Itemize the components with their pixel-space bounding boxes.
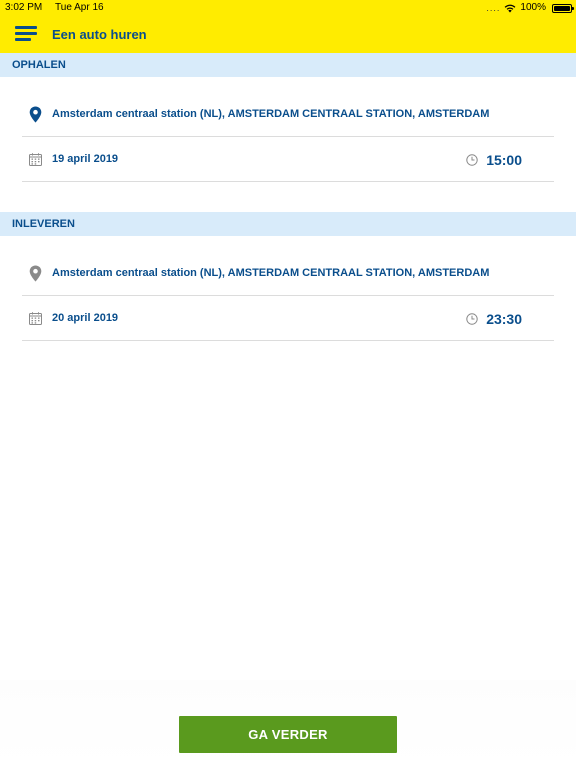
page-title: Een auto huren — [52, 27, 147, 42]
return-datetime-row[interactable]: 20 april 2019 23:30 — [22, 296, 554, 341]
status-date: Tue Apr 16 — [55, 2, 104, 13]
status-bar: 3:02 PM Tue Apr 16 .... 100% — [0, 0, 576, 16]
return-location-row[interactable]: Amsterdam centraal station (NL), AMSTERD… — [22, 251, 554, 296]
pickup-time-group[interactable]: 15:00 — [466, 137, 522, 182]
location-pin-icon — [27, 265, 43, 281]
battery-icon — [552, 3, 574, 13]
pickup-date: 19 april 2019 — [52, 153, 119, 165]
return-time: 23:30 — [486, 310, 522, 327]
pickup-location-row[interactable]: Amsterdam centraal station (NL), AMSTERD… — [22, 92, 554, 137]
status-time: 3:02 PM — [5, 2, 43, 13]
section-header-pickup: OPHALEN — [0, 53, 576, 77]
clock-icon — [466, 153, 478, 166]
return-time-group[interactable]: 23:30 — [466, 296, 522, 341]
battery-percent: 100% — [520, 2, 546, 13]
continue-button[interactable]: GA VERDER — [179, 716, 397, 753]
location-pin-icon — [27, 106, 43, 122]
return-date: 20 april 2019 — [52, 312, 119, 324]
nav-bar: Een auto huren — [0, 16, 576, 53]
status-bar-left: 3:02 PM Tue Apr 16 — [5, 0, 104, 16]
return-location: Amsterdam centraal station (NL), AMSTERD… — [52, 267, 490, 279]
pickup-time: 15:00 — [486, 151, 522, 168]
status-bar-right: .... 100% — [486, 0, 574, 16]
section-header-return: INLEVEREN — [0, 212, 576, 236]
hamburger-menu-icon[interactable] — [15, 25, 37, 43]
pickup-location: Amsterdam centraal station (NL), AMSTERD… — [52, 108, 490, 120]
calendar-icon — [27, 151, 43, 167]
pickup-datetime-row[interactable]: 19 april 2019 15:00 — [22, 137, 554, 182]
signal-icon: .... — [486, 3, 501, 13]
wifi-icon — [505, 4, 516, 12]
clock-icon — [466, 312, 478, 325]
calendar-icon — [27, 310, 43, 326]
